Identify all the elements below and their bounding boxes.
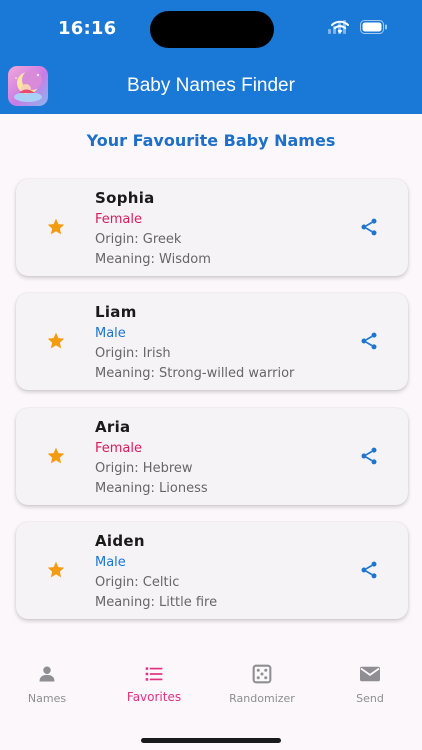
section-title: Your Favourite Baby Names bbox=[86, 131, 336, 150]
meaning-text: Meaning: Little fire bbox=[95, 595, 218, 610]
share-icon[interactable] bbox=[359, 446, 379, 466]
origin-text: Origin: Celtic bbox=[95, 575, 180, 590]
tab-send[interactable]: Send bbox=[325, 664, 415, 705]
favorite-card[interactable]: Aiden Male Origin: Celtic Meaning: Littl… bbox=[16, 522, 408, 619]
star-icon[interactable] bbox=[46, 446, 66, 466]
favorite-card[interactable]: Liam Male Origin: Irish Meaning: Strong-… bbox=[16, 293, 408, 390]
share-icon[interactable] bbox=[359, 217, 379, 237]
share-icon[interactable] bbox=[359, 560, 379, 580]
baby-name: Sophia bbox=[95, 189, 155, 207]
favorite-card[interactable]: Sophia Female Origin: Greek Meaning: Wis… bbox=[16, 179, 408, 276]
person-icon bbox=[39, 666, 55, 682]
tab-label: Randomizer bbox=[229, 692, 295, 705]
list-icon bbox=[145, 667, 163, 681]
tab-label: Send bbox=[356, 692, 384, 705]
meaning-text: Meaning: Wisdom bbox=[95, 252, 211, 267]
gender-label: Female bbox=[95, 212, 143, 227]
app-header: 16:16 Baby Names Finder bbox=[0, 0, 422, 114]
baby-name: Liam bbox=[95, 303, 137, 321]
tab-favorites[interactable]: Favorites bbox=[109, 664, 199, 704]
page-title: Baby Names Finder bbox=[127, 75, 295, 96]
origin-text: Origin: Greek bbox=[95, 232, 182, 247]
tab-randomizer[interactable]: Randomizer bbox=[217, 664, 307, 705]
dice-icon bbox=[252, 664, 272, 684]
status-icons bbox=[328, 20, 388, 38]
dynamic-island bbox=[150, 11, 274, 48]
favorite-card[interactable]: Aria Female Origin: Hebrew Meaning: Lion… bbox=[16, 408, 408, 505]
gender-label: Male bbox=[95, 326, 126, 341]
meaning-text: Meaning: Strong-willed warrior bbox=[95, 366, 295, 381]
app-screen: 16:16 Baby Names Finder Your Favourite B… bbox=[0, 0, 422, 750]
origin-text: Origin: Hebrew bbox=[95, 461, 193, 476]
wifi-icon bbox=[331, 20, 349, 34]
mail-icon bbox=[360, 666, 380, 682]
tab-label: Names bbox=[27, 692, 67, 705]
gender-label: Female bbox=[95, 441, 143, 456]
battery-icon bbox=[360, 20, 387, 34]
origin-text: Origin: Irish bbox=[95, 346, 171, 361]
baby-name: Aiden bbox=[95, 532, 145, 550]
tab-names[interactable]: Names bbox=[2, 664, 92, 705]
meaning-text: Meaning: Lioness bbox=[95, 481, 208, 496]
gender-label: Male bbox=[95, 555, 126, 570]
status-time: 16:16 bbox=[58, 18, 117, 39]
share-icon[interactable] bbox=[359, 331, 379, 351]
tab-label: Favorites bbox=[126, 690, 182, 704]
home-indicator bbox=[141, 738, 281, 743]
baby-name: Aria bbox=[95, 418, 131, 436]
star-icon[interactable] bbox=[46, 560, 66, 580]
star-icon[interactable] bbox=[46, 331, 66, 351]
star-icon[interactable] bbox=[46, 217, 66, 237]
tab-bar: Names Favorites Randomizer Send bbox=[0, 650, 422, 750]
